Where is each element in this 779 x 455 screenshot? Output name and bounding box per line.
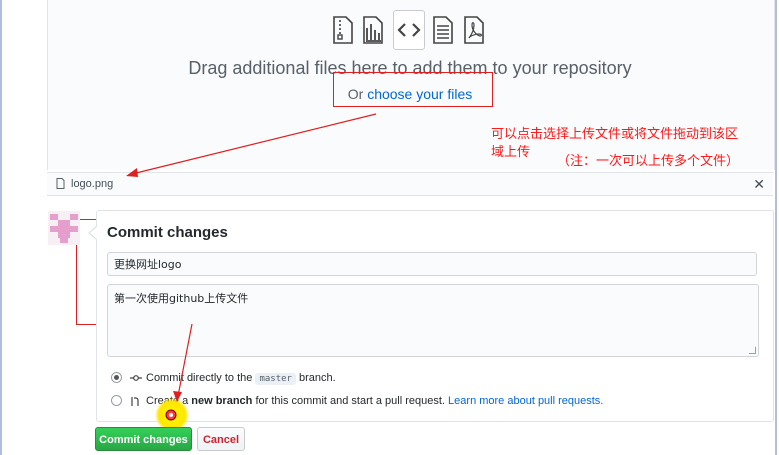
arrow-to-new-branch [177,323,193,397]
arrowhead-new-branch [173,391,182,402]
arrow-to-file-row [131,113,377,175]
arrowhead-file-row [126,168,138,177]
annotation-arrows [126,113,377,402]
